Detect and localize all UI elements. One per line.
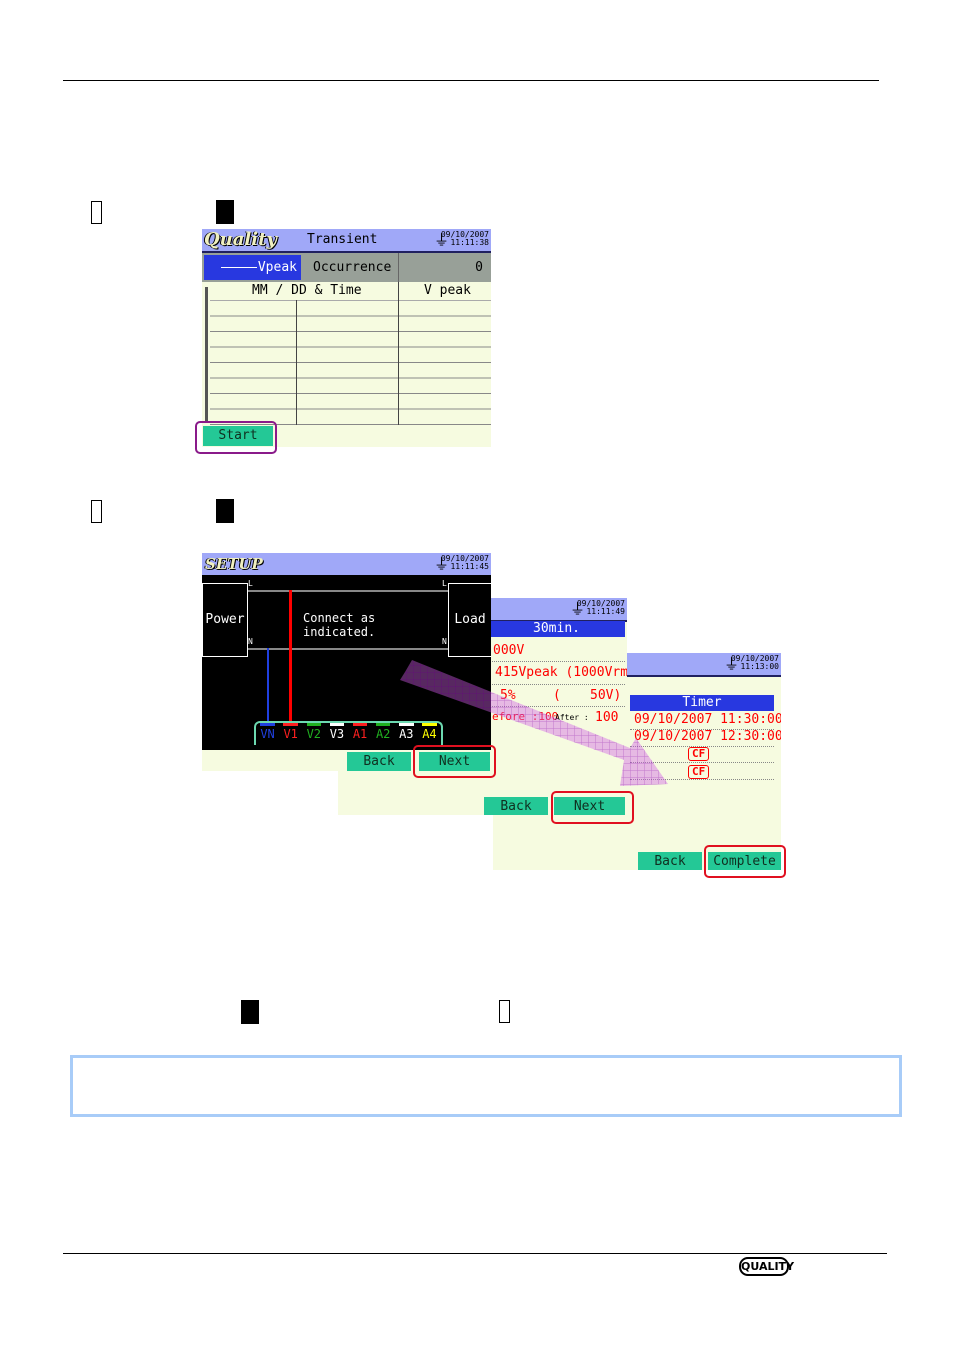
separator bbox=[488, 706, 625, 707]
tab-vpeak[interactable]: Vpeak bbox=[204, 255, 301, 280]
step-marker-outline bbox=[91, 201, 102, 224]
threshold-value: 415Vpeak (1000Vrms) bbox=[495, 665, 627, 680]
line-l-label: L bbox=[442, 579, 447, 588]
load-box: Load bbox=[448, 583, 491, 657]
power-box: Power bbox=[202, 583, 248, 657]
datetime: 09/10/2007 11:11:49 bbox=[576, 599, 625, 616]
separator bbox=[488, 684, 625, 685]
timer-start: 09/10/2007 11:30:00 bbox=[634, 712, 781, 727]
event-table bbox=[210, 300, 491, 426]
line-n bbox=[248, 648, 448, 650]
timer-header: Timer bbox=[630, 695, 774, 711]
quality-footer-logo: QUALITY bbox=[739, 1257, 794, 1276]
v1-lead bbox=[289, 590, 292, 722]
tab-occurrence[interactable]: Occurrence bbox=[313, 260, 391, 275]
step-marker-outline bbox=[91, 500, 102, 523]
vn-lead bbox=[267, 648, 269, 722]
connect-message: Connect as indicated. bbox=[303, 611, 376, 639]
line-n-label: N bbox=[248, 637, 253, 646]
terminal-vn: VN bbox=[260, 723, 275, 745]
line-l bbox=[248, 590, 448, 592]
separator bbox=[488, 661, 625, 662]
after-label: After : bbox=[555, 713, 589, 722]
cf-badge: CF bbox=[688, 747, 710, 761]
datetime: 09/10/2007 11:11:38 bbox=[440, 230, 489, 247]
occurrence-count: 0 bbox=[475, 260, 483, 275]
back-button[interactable]: Back bbox=[484, 797, 548, 815]
title-bar: Quality Transient ⏚ 09/10/2007 11:11:38 bbox=[202, 229, 491, 253]
screen-title: Transient bbox=[307, 232, 378, 247]
wiring-diagram: Power Load L L N N Connect as indicated. … bbox=[202, 575, 491, 750]
paren: ( bbox=[553, 688, 561, 703]
title-bar: SETUP ⏚ 09/10/2007 11:11:45 bbox=[202, 553, 491, 577]
terminal-a4: A4 bbox=[422, 723, 437, 745]
terminal-v2: V2 bbox=[306, 723, 322, 745]
step-marker-filled bbox=[216, 200, 234, 224]
next-button[interactable]: Next bbox=[554, 797, 625, 815]
quality-logo: Quality bbox=[204, 229, 277, 250]
terminal-a3: A3 bbox=[399, 723, 414, 745]
step-marker-filled bbox=[216, 499, 234, 523]
after-value: 100 bbox=[595, 710, 619, 725]
terminal-a1: A1 bbox=[352, 723, 368, 745]
divider bbox=[296, 300, 297, 425]
step-marker-outline bbox=[499, 1000, 510, 1023]
terminal-a2: A2 bbox=[375, 723, 391, 745]
start-button[interactable]: Start bbox=[203, 426, 273, 446]
footer-rule bbox=[63, 1253, 887, 1254]
scrollbar[interactable] bbox=[205, 287, 208, 423]
before-value: efore :100 bbox=[492, 710, 559, 723]
percent-value: 5% bbox=[500, 688, 516, 703]
datetime: 09/10/2007 11:13:00 bbox=[730, 654, 779, 671]
setup-logo: SETUP bbox=[205, 555, 263, 573]
setup-screen: SETUP ⏚ 09/10/2007 11:11:45 Power Load L … bbox=[202, 553, 491, 771]
note-box bbox=[70, 1055, 902, 1117]
timer-end: 09/10/2007 12:30:00 bbox=[634, 729, 781, 744]
manual-page: Quality Transient ⏚ 09/10/2007 11:11:38 V… bbox=[0, 0, 954, 1348]
cf-badge: CF bbox=[688, 765, 710, 779]
back-button[interactable]: Back bbox=[638, 852, 702, 870]
complete-button[interactable]: Complete bbox=[708, 852, 781, 870]
back-button[interactable]: Back bbox=[347, 752, 411, 771]
line-n-label: N bbox=[442, 637, 447, 646]
divider bbox=[398, 282, 399, 425]
step-marker-filled bbox=[241, 1000, 259, 1024]
separator bbox=[630, 762, 774, 763]
range-value: 000V bbox=[493, 643, 525, 658]
terminal-v1: V1 bbox=[283, 723, 298, 745]
column-vpeak: V peak bbox=[424, 283, 471, 298]
line-l-label: L bbox=[248, 579, 253, 588]
terminal-v3: V3 bbox=[329, 723, 345, 745]
title-bar: ⏚ 09/10/2007 11:13:00 bbox=[627, 653, 781, 677]
terminal-strip: VN V1 V2 V3 A1 A2 A3 A4 bbox=[254, 721, 443, 745]
header-rule bbox=[63, 80, 879, 81]
transient-screen: Quality Transient ⏚ 09/10/2007 11:11:38 V… bbox=[202, 229, 491, 447]
voltage-value: 50V) bbox=[590, 688, 622, 703]
column-time: MM / DD & Time bbox=[252, 283, 362, 298]
separator bbox=[630, 779, 774, 780]
datetime: 09/10/2007 11:11:45 bbox=[440, 554, 489, 571]
divider bbox=[398, 253, 399, 282]
next-button[interactable]: Next bbox=[419, 752, 490, 771]
